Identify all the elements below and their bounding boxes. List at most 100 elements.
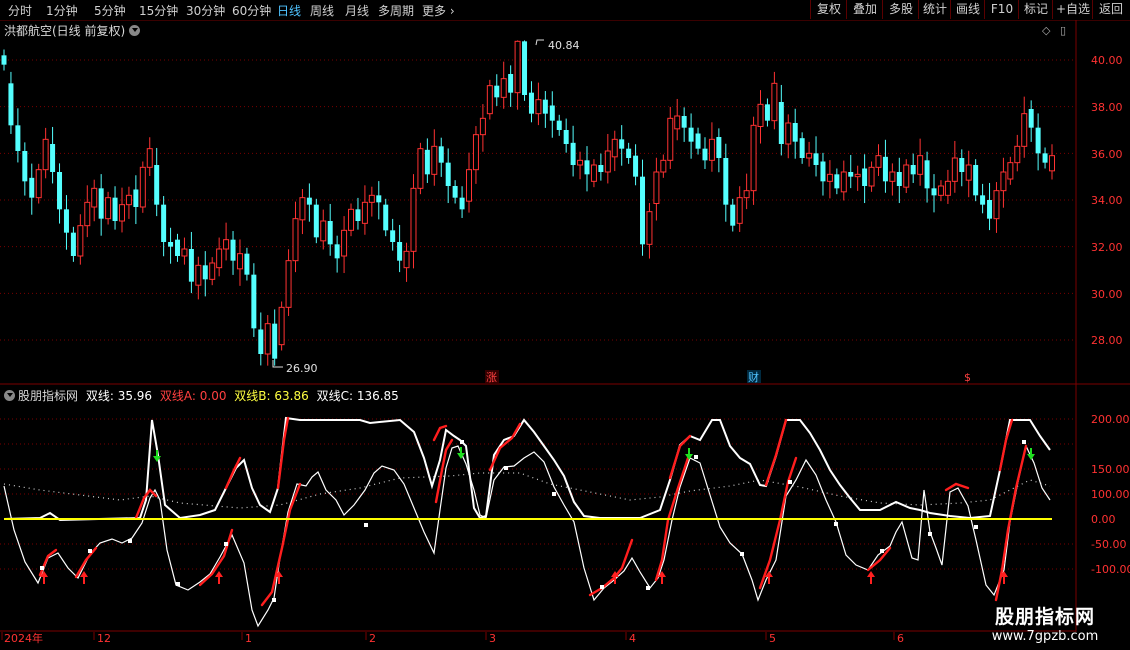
event-marker-dollar[interactable]: $ [964,371,971,384]
low-price-label: 26.90 [286,362,318,375]
candle-body [77,225,84,257]
candle-body [15,125,21,151]
buy-arrow-icon [275,571,283,584]
candle-body [834,174,840,189]
tab-more[interactable]: 更多 › [422,2,455,19]
watermark-title: 股朋指标网 [994,606,1095,628]
candle-body [598,165,604,172]
candle-body [1049,155,1055,172]
top-toolbar: 分时 1分钟 5分钟 15分钟 30分钟 60分钟 日线 周线 月线 多周期 更… [0,0,1130,21]
candle-body [1000,171,1007,192]
tab-period-15min[interactable]: 15分钟 [139,2,178,19]
candle-body [8,83,14,126]
red-segment [434,438,454,504]
btn-duogu[interactable]: 多股 [882,0,919,19]
diamond-icon[interactable]: ◇ [1042,24,1050,37]
candle-body [22,151,28,182]
candle-body [258,329,264,354]
candle-body [743,190,750,199]
candle-body [508,74,514,93]
tab-period-60min[interactable]: 60分钟 [232,2,271,19]
candle-body [29,177,35,198]
buy-arrow-icon [1000,571,1008,584]
candle-body [903,164,910,188]
btn-f10[interactable]: F10 [984,0,1019,19]
event-marker-box [485,370,499,383]
square-marker [176,582,180,586]
btn-tongji[interactable]: 统计 [918,0,951,19]
btn-biaoji[interactable]: 标记 [1018,0,1053,19]
candle-body [500,78,507,98]
sell-arrow-icon [685,448,693,460]
candle-body [306,197,312,205]
candle-body [390,230,396,242]
btn-fuquan[interactable]: 复权 [810,0,847,19]
price-tick: 32.00 [1091,241,1123,254]
candle-body [216,248,223,269]
red-segment [588,538,634,597]
candle-body [771,82,778,122]
red-segment [38,548,58,577]
candle-body [549,105,555,121]
dropdown-circle-icon[interactable] [129,25,141,36]
candle-body [584,160,590,175]
price-tick: 28.00 [1091,334,1123,347]
tab-period-multi[interactable]: 多周期 [378,2,414,19]
buy-arrows [40,571,1008,584]
candle-body [251,274,257,329]
tab-period-weekly[interactable]: 周线 [310,2,334,19]
candle-body [230,239,236,261]
tab-period-1min[interactable]: 1分钟 [46,2,78,19]
candle-body [244,253,250,275]
tab-period-monthly[interactable]: 月线 [345,2,369,19]
candle-body [702,148,708,161]
square-marker [128,539,132,543]
window-toggle-icon[interactable]: ▯ [1060,24,1066,37]
red-segment [224,456,242,490]
candle-body [633,155,639,177]
btn-back[interactable]: 返回 [1092,0,1129,19]
low-marker-line [272,360,283,368]
square-marker [646,586,650,590]
candle-body [875,155,882,168]
candle-body [611,138,618,158]
tab-period-5min[interactable]: 5分钟 [94,2,126,19]
candle-body [660,159,667,173]
red-segment [668,434,692,480]
square-marker [694,455,698,459]
tab-period-fenshi[interactable]: 分时 [8,2,32,19]
candle-body [105,197,112,220]
candle-body [84,201,91,227]
candle-body [63,209,69,233]
tab-period-30min[interactable]: 30分钟 [186,2,225,19]
btn-add-watchlist[interactable]: +自选 [1052,0,1093,19]
candle-body [403,250,410,269]
sell-arrow-icon [153,450,161,462]
square-marker [40,566,44,570]
time-tick-month: 2 [369,632,376,645]
btn-huaxian[interactable]: 画线 [950,0,985,19]
candle-body [980,195,986,205]
price-tick: 38.00 [1091,101,1123,114]
time-tick-month: 3 [489,632,496,645]
event-marker-cai[interactable]: 财 [748,370,759,384]
indicator-tick: 150.00 [1091,463,1130,476]
btn-diejia[interactable]: 叠加 [846,0,883,19]
red-segment [944,482,970,492]
tab-period-daily[interactable]: 日线 [277,2,301,19]
candle-body [556,120,562,130]
candle-body [139,166,146,208]
candle-body [688,127,694,142]
indicator-square-markers [40,440,1026,602]
indicator-value-b: 双线B: 63.86 [234,389,309,403]
candle-body [910,165,916,175]
watermark: 股朋指标网 www.7gpzb.com [970,602,1120,644]
event-marker-zhang[interactable]: 涨 [486,371,497,384]
square-marker [552,492,556,496]
indicator-red-segments [38,416,1028,607]
indicator-menu-circle-icon[interactable] [4,390,15,401]
candle-body [50,144,56,172]
candle-body [750,124,757,192]
buy-arrow-icon [765,571,773,584]
candle-body [577,159,584,166]
